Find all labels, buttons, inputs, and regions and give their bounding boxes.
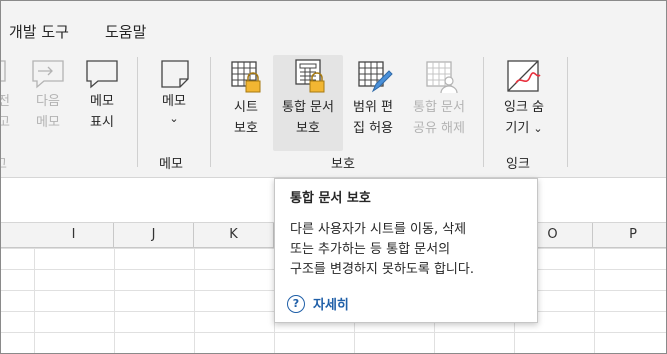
allow-edit-ranges-label-1: 범위 편 — [352, 100, 393, 115]
ink-group-label: 잉크 — [506, 157, 530, 172]
column-header-k[interactable]: K — [194, 223, 274, 247]
allow-edit-ranges-button[interactable]: 범위 편 집 허용 — [345, 57, 401, 139]
allow-edit-ranges-label-2: 집 허용 — [352, 121, 393, 136]
chevron-down-icon: ⌄ — [169, 112, 179, 125]
notes-label: 메모 — [162, 94, 186, 109]
protect-workbook-button[interactable]: 통합 문서 보호 — [273, 55, 343, 151]
tooltip-body: 다른 사용자가 시트를 이동, 삭제 또는 추가하는 등 통합 문서의 구조를 … — [290, 222, 474, 277]
next-comment-label-1: 다음 — [36, 94, 60, 109]
protect-workbook-label-2: 보호 — [296, 121, 320, 136]
menu-bar: 개발 도구 도움말 — [1, 1, 666, 49]
previous-comment-label-2: 고 — [1, 112, 15, 133]
excel-window: 개발 도구 도움말 전 고 다음 메모 메모 표시 고 — [0, 0, 667, 354]
show-comments-icon — [86, 60, 118, 89]
column-header-j[interactable]: J — [114, 223, 194, 247]
group-separator — [567, 57, 568, 167]
show-comments-button[interactable]: 메모 표시 — [79, 57, 125, 133]
column-header-p[interactable]: P — [593, 223, 666, 247]
unshare-workbook-label-1: 통합 문서 — [413, 100, 465, 115]
hide-ink-label-1: 잉크 숨 — [503, 100, 544, 115]
column-header-i[interactable]: I — [34, 223, 114, 247]
unshare-workbook-icon — [426, 61, 458, 94]
tab-developer[interactable]: 개발 도구 — [9, 21, 69, 42]
memo-group-label: 메모 — [159, 157, 183, 172]
tooltip-title: 통합 문서 보호 — [290, 191, 371, 206]
tooltip-protect-workbook: 통합 문서 보호 다른 사용자가 시트를 이동, 삭제 또는 추가하는 등 통합… — [274, 178, 538, 323]
show-comments-label-2: 표시 — [90, 115, 114, 130]
edit-ranges-icon — [358, 61, 393, 93]
previous-comment-label-1: 전 — [1, 91, 15, 112]
protect-sheet-button[interactable]: 시트 보호 — [223, 57, 269, 139]
tab-help[interactable]: 도움말 — [105, 21, 146, 42]
protect-sheet-label-2: 보호 — [234, 121, 258, 136]
group-separator — [483, 57, 484, 167]
protect-sheet-label-1: 시트 — [234, 100, 258, 115]
tell-me-more-label: 자세히 — [313, 298, 349, 313]
sheet-lock-icon — [231, 61, 261, 93]
comments-group-label: 고 — [1, 153, 7, 172]
chevron-down-icon: ⌄ — [533, 122, 543, 135]
hide-ink-icon — [507, 60, 541, 92]
hide-ink-label-2-row: 기기 ⌄ — [491, 118, 557, 139]
help-icon: ? — [287, 294, 305, 313]
hide-ink-button[interactable]: 잉크 숨 기기 ⌄ — [491, 57, 557, 139]
group-separator — [137, 57, 138, 167]
note-icon — [161, 60, 189, 88]
unshare-workbook-button[interactable]: 통합 문서 공유 해제 — [405, 57, 473, 139]
next-comment-icon — [32, 60, 64, 89]
previous-comment-button[interactable]: 전 고 — [1, 57, 15, 133]
next-comment-label-2: 메모 — [36, 115, 60, 130]
unshare-workbook-label-2: 공유 해제 — [413, 121, 465, 136]
workbook-lock-icon — [295, 59, 325, 93]
hide-ink-label-2: 기기 — [505, 121, 530, 136]
show-comments-label-1: 메모 — [90, 94, 114, 109]
protect-group-label: 보호 — [331, 157, 355, 172]
group-separator — [210, 57, 211, 167]
previous-comment-icon — [1, 60, 6, 82]
next-comment-button[interactable]: 다음 메모 — [25, 57, 71, 133]
ribbon-review: 전 고 다음 메모 메모 표시 고 메모 ⌄ — [1, 49, 666, 178]
tell-me-more-link[interactable]: ? 자세히 — [287, 294, 349, 313]
notes-button[interactable]: 메모 ⌄ — [151, 57, 197, 126]
protect-workbook-label-1: 통합 문서 — [282, 100, 334, 115]
